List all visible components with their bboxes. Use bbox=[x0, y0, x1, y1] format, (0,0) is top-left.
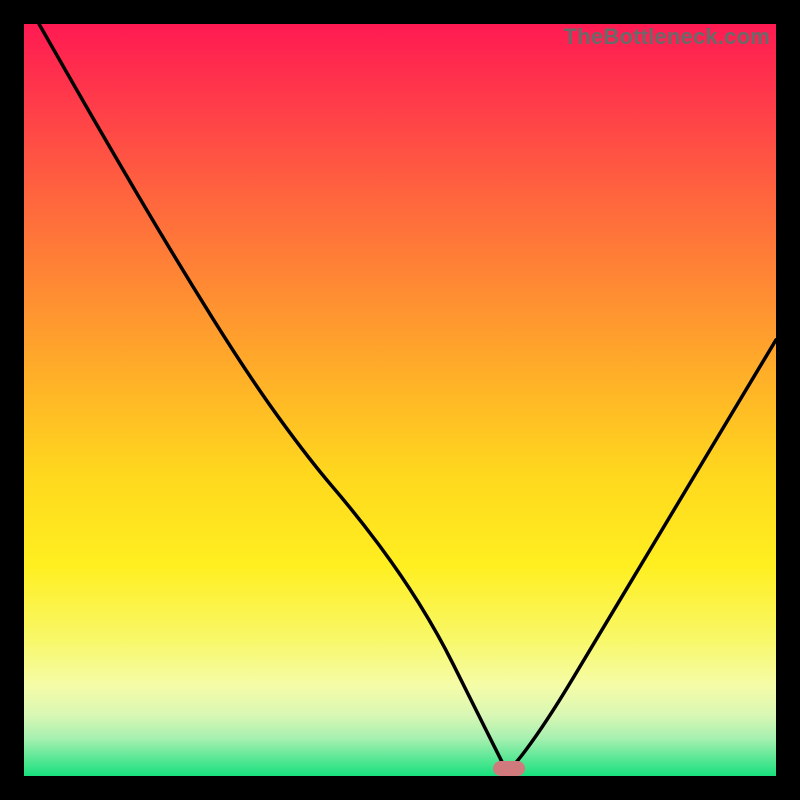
watermark-text: TheBottleneck.com bbox=[564, 24, 770, 50]
plot-area: TheBottleneck.com bbox=[24, 24, 776, 776]
optimum-marker bbox=[493, 761, 525, 776]
bottleneck-curve bbox=[24, 24, 776, 776]
curve-path bbox=[39, 24, 776, 768]
chart-frame: TheBottleneck.com bbox=[0, 0, 800, 800]
